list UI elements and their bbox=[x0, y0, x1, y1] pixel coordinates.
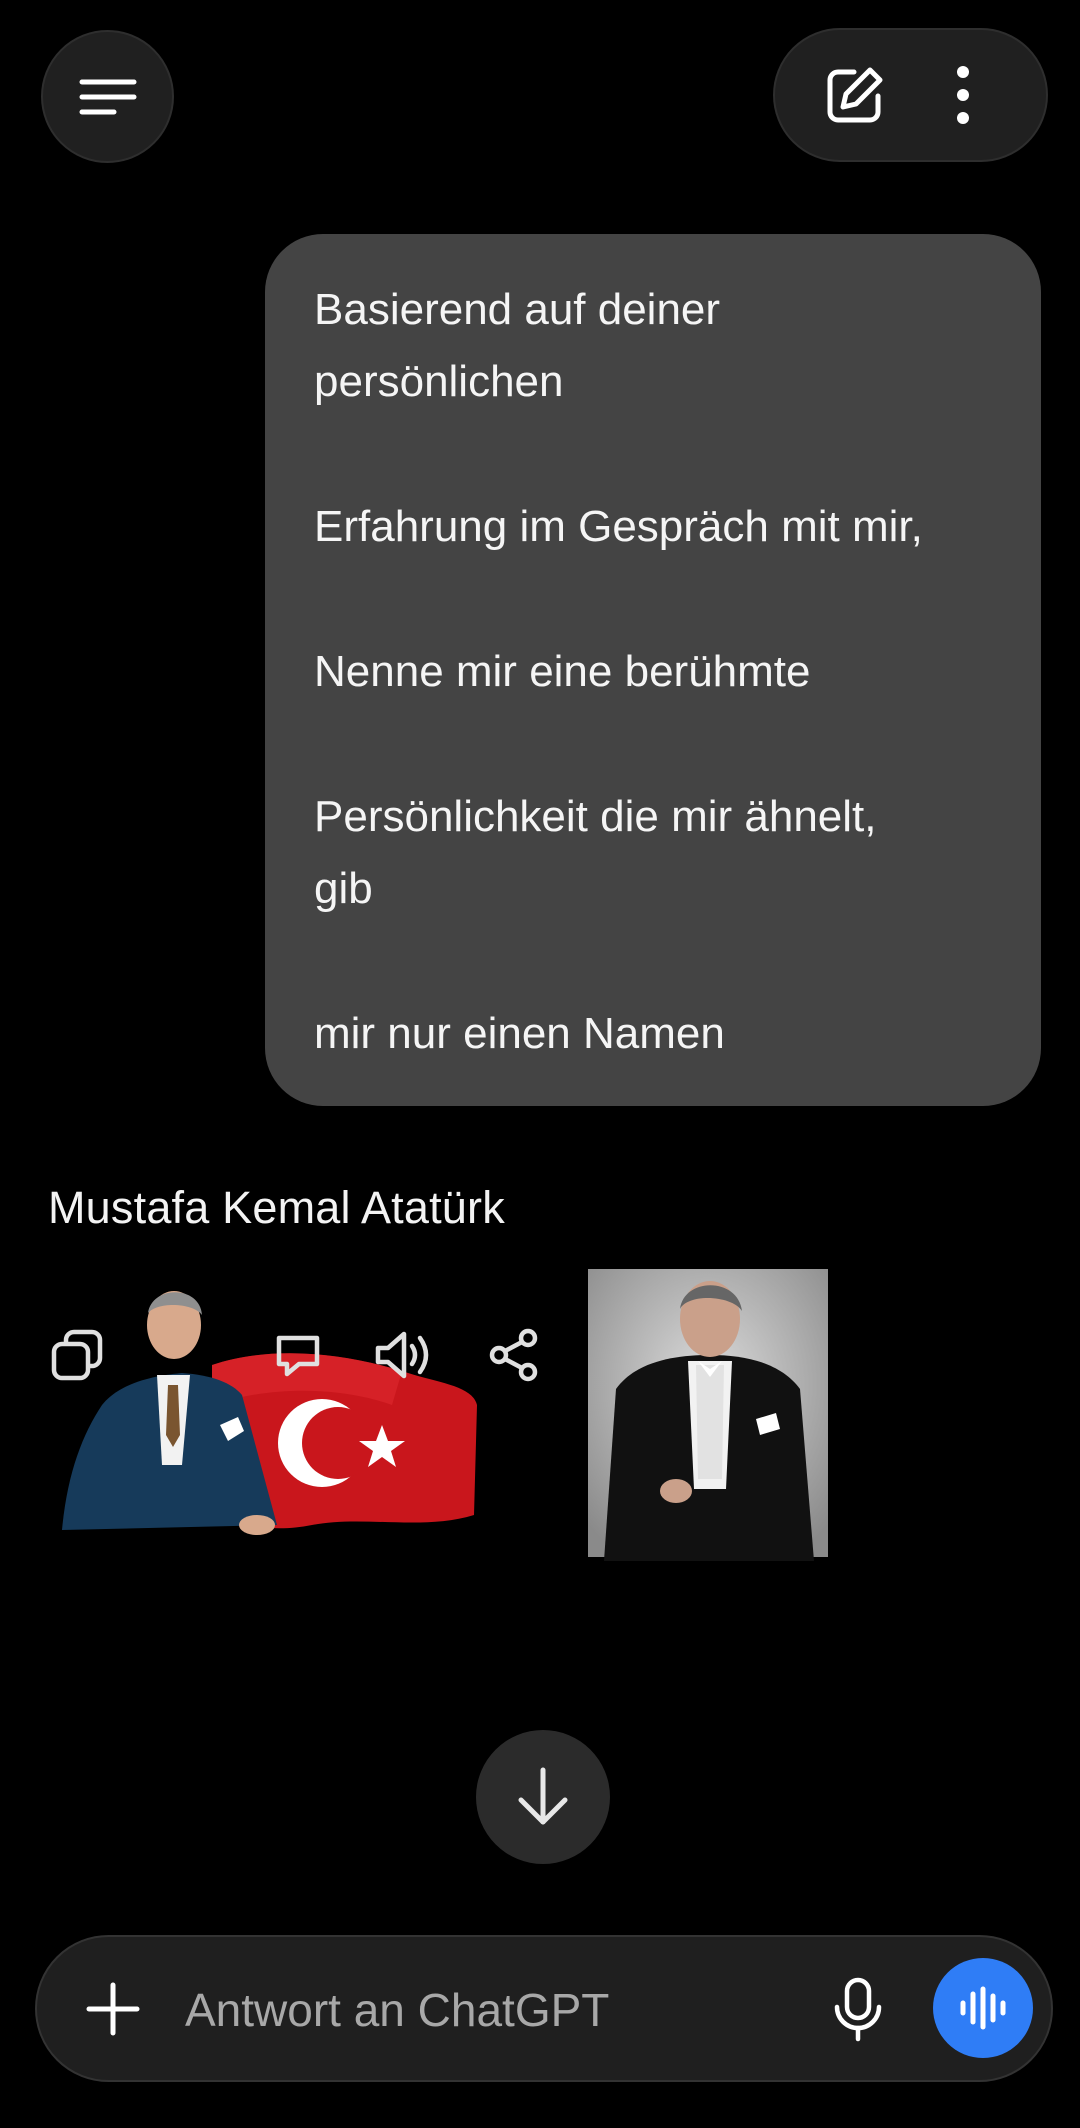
share-icon bbox=[489, 1328, 538, 1382]
portrait-with-flag-image bbox=[62, 1291, 477, 1535]
user-message-line: mir nur einen Namen bbox=[314, 1009, 725, 1058]
new-chat-button[interactable] bbox=[795, 30, 915, 160]
user-message-line: persönlichen bbox=[314, 357, 564, 406]
portrait-in-tuxedo-image bbox=[588, 1269, 828, 1561]
more-vertical-icon bbox=[957, 66, 969, 124]
share-button[interactable] bbox=[484, 1325, 544, 1385]
menu-button[interactable] bbox=[41, 30, 174, 163]
scroll-down-button[interactable] bbox=[476, 1730, 610, 1864]
read-aloud-button[interactable] bbox=[374, 1325, 434, 1385]
arrow-down-icon bbox=[518, 1767, 568, 1825]
assistant-reply: Mustafa Kemal Atatürk bbox=[48, 1182, 505, 1233]
user-message-bubble[interactable]: Basierend auf deiner persönlichen Erfahr… bbox=[265, 234, 1041, 1106]
user-message-line: Persönlichkeit die mir ähnelt, bbox=[314, 792, 877, 841]
more-options-button[interactable] bbox=[903, 30, 1023, 160]
dictation-button[interactable] bbox=[817, 1969, 899, 2051]
voice-mode-button[interactable] bbox=[933, 1958, 1033, 2058]
header-actions bbox=[773, 28, 1048, 162]
copy-button[interactable] bbox=[47, 1325, 107, 1385]
voice-mode-icon bbox=[960, 1986, 1006, 2030]
feedback-button[interactable] bbox=[268, 1325, 328, 1385]
microphone-icon bbox=[834, 1977, 882, 2042]
menu-icon bbox=[79, 79, 136, 114]
add-attachment-button[interactable] bbox=[71, 1967, 155, 2051]
user-message-line: Nenne mir eine berühmte bbox=[314, 647, 811, 696]
user-message-line: Erfahrung im Gespräch mit mir, bbox=[314, 502, 923, 551]
plus-icon bbox=[86, 1982, 140, 2036]
read-aloud-icon bbox=[375, 1331, 429, 1379]
feedback-icon bbox=[276, 1335, 320, 1377]
user-message-line: gib bbox=[314, 864, 373, 913]
message-composer bbox=[35, 1935, 1053, 2082]
user-message-line: Basierend auf deiner bbox=[314, 285, 721, 334]
edit-icon bbox=[827, 67, 883, 123]
message-input[interactable] bbox=[183, 1973, 777, 2047]
copy-icon bbox=[51, 1329, 103, 1381]
